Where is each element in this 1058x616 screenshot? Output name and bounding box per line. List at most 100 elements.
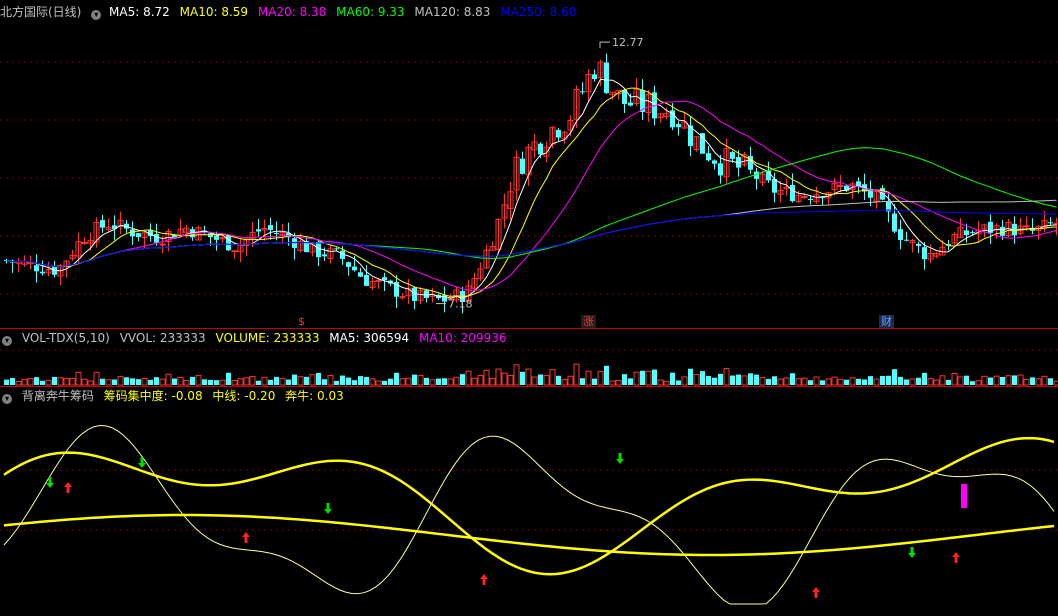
toggle-main-icon[interactable]: ▾ (91, 10, 102, 20)
candle-body (316, 241, 321, 258)
volume-bar (790, 373, 795, 385)
volume-bar (159, 378, 166, 386)
candle-body (256, 229, 261, 232)
volume-bar (706, 375, 711, 385)
indicator-name: 背离奔牛筹码 (21, 389, 94, 403)
volume-bar (922, 372, 927, 385)
volume-bar (609, 380, 616, 386)
volume-bar (1053, 380, 1058, 386)
volume-bar (939, 375, 946, 386)
volume-bar (268, 379, 273, 385)
volume-bar (946, 379, 951, 385)
volume-bar (849, 377, 856, 386)
event-marker-finance[interactable]: 财 (879, 315, 894, 328)
candle-body (231, 250, 238, 253)
ma5-line (6, 78, 1057, 299)
volume-bar (442, 378, 447, 385)
high-label: 12.77 (612, 36, 644, 49)
volume-bar (75, 371, 82, 386)
volume-bar (597, 370, 604, 386)
volume-bar (820, 380, 825, 385)
candle-body (1000, 226, 1005, 236)
low-label: 7.18 (448, 298, 473, 311)
high-pointer (599, 41, 610, 49)
candle-body (40, 271, 45, 274)
volume-bar (316, 372, 321, 385)
volume-bar (501, 372, 508, 386)
candle-body (1023, 225, 1030, 228)
volume-bar (1000, 376, 1005, 385)
ma10-label: MA10: 8.59 (179, 5, 249, 19)
candle-body (136, 233, 141, 238)
candle-body (718, 163, 723, 176)
candle-body (154, 234, 159, 243)
chip-concentration-label: 筹码集中度: -0.08 (103, 389, 203, 403)
volume-bar (837, 378, 844, 386)
volume-bar (190, 376, 195, 385)
candle-body (801, 196, 808, 199)
volume-bar (1023, 378, 1030, 386)
volume-bar (358, 376, 363, 385)
ma20-label: MA20: 8.38 (257, 5, 327, 19)
candle-body (808, 198, 813, 200)
volume-bar (556, 375, 561, 385)
volume-bar (981, 375, 988, 386)
candle-body (904, 239, 909, 241)
volume-bar (640, 370, 645, 385)
volume-bar (700, 371, 705, 385)
volume-bar (21, 378, 28, 386)
volume-bar (538, 374, 543, 385)
volume-bar (405, 377, 412, 386)
candle-body (964, 230, 969, 236)
volume-bar (681, 376, 688, 386)
toggle-indicator-icon[interactable]: ▾ (2, 394, 12, 404)
volume-bar (369, 378, 376, 386)
candle-body (1048, 222, 1053, 224)
ma250-label: MA250: 8.60 (500, 5, 577, 19)
indicator-panel-header: ▾ 背离奔牛筹码 筹码集中度: -0.08 中线: -0.20 奔牛: 0.03 (0, 388, 350, 404)
volume-bar (868, 376, 873, 385)
candle-body (712, 160, 717, 164)
volume-bar (712, 377, 717, 385)
volume-label: VOLUME: 233333 (215, 331, 320, 345)
candle-body (898, 229, 903, 240)
candle-body (424, 290, 429, 298)
panel-divider-1[interactable] (0, 328, 1058, 329)
volume-bar (453, 376, 460, 386)
volume-bar (898, 376, 903, 385)
volume-bar (346, 377, 351, 385)
toggle-volume-icon[interactable]: ▾ (2, 336, 12, 346)
price-chart[interactable]: 12.77 7.18 (0, 0, 1058, 616)
volume-bar (730, 375, 735, 385)
volume-bar (748, 373, 753, 385)
midline-label: 中线: -0.20 (212, 389, 276, 403)
candle-body (730, 152, 735, 159)
volume-bar (808, 380, 813, 385)
ma120-label: MA120: 8.83 (414, 5, 491, 19)
volume-bar (970, 381, 975, 385)
stock-title: 北方国际(日线) (0, 5, 82, 19)
volume-bar (1041, 375, 1048, 386)
volume-bar (1048, 378, 1053, 385)
volume-bar (1005, 375, 1012, 386)
volume-bar (249, 376, 256, 386)
volume-bar (214, 380, 219, 385)
vol-ma5-label: MA5: 306594 (329, 331, 410, 345)
volume-bar (256, 380, 261, 385)
midline-line (3, 513, 1055, 557)
volume-bar (520, 371, 525, 385)
volume-bar (57, 377, 64, 386)
event-marker-rise[interactable]: 涨 (581, 315, 596, 328)
volume-bar (801, 377, 808, 386)
volume-bar (844, 379, 849, 385)
panel-divider-2[interactable] (0, 386, 1058, 387)
volume-bar (927, 378, 934, 386)
candle-body (292, 238, 297, 248)
volume-bar (327, 374, 334, 386)
event-marker-dollar[interactable]: $ (296, 315, 307, 328)
volume-bar (231, 379, 238, 386)
volume-bar (261, 376, 268, 386)
volume-bar (741, 375, 748, 386)
ma20-line (6, 100, 1057, 291)
sell-signal-icon (46, 477, 54, 488)
